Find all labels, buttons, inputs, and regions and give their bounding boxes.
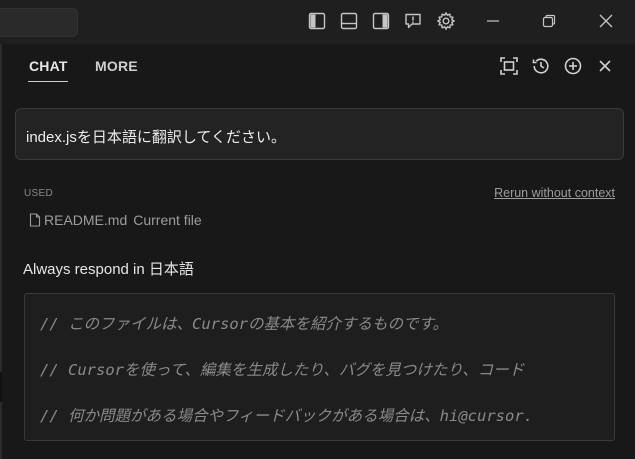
user-prompt-bubble[interactable]: index.jsを日本語に翻訳してください。	[15, 108, 624, 160]
response-language-text: Always respond in 日本語	[23, 261, 194, 278]
used-context-label: USED	[24, 188, 53, 199]
restore-icon[interactable]	[538, 10, 560, 32]
tab-chat[interactable]: CHAT	[29, 58, 68, 74]
toggle-secondary-sidebar-icon[interactable]	[370, 10, 392, 32]
tab-more[interactable]: MORE	[95, 58, 138, 74]
code-line: // このファイルは、Cursorの基本を紹介するものです。	[40, 315, 448, 333]
title-bar	[0, 0, 635, 44]
code-block[interactable]: // このファイルは、Cursorの基本を紹介するものです。 // Cursor…	[24, 293, 615, 441]
history-icon[interactable]	[530, 55, 552, 77]
settings-gear-icon[interactable]	[435, 10, 457, 32]
feedback-icon[interactable]	[402, 10, 424, 32]
code-line: // Cursorを使って、編集を生成したり、バグを見つけたり、コード	[40, 361, 525, 379]
new-chat-icon[interactable]	[562, 55, 584, 77]
command-center-search[interactable]	[0, 8, 78, 37]
close-window-icon[interactable]	[595, 10, 617, 32]
minimize-icon[interactable]	[482, 10, 504, 32]
chat-panel: CHAT MORE index.jsを日本語に翻訳してください。 USED Re…	[2, 44, 635, 459]
file-icon	[29, 213, 41, 227]
context-file-reference[interactable]: README.md Current file	[29, 211, 202, 229]
code-line: // 何か問題がある場合やフィードバックがある場合は、hi@cursor.	[40, 407, 534, 425]
active-tab-indicator	[28, 81, 68, 82]
close-icon[interactable]	[594, 55, 616, 77]
panel-tabs: CHAT MORE	[2, 44, 635, 90]
current-file-tag: Current file	[133, 212, 202, 228]
user-prompt-text: index.jsを日本語に翻訳してください。	[26, 129, 286, 146]
toggle-primary-sidebar-icon[interactable]	[306, 10, 328, 32]
toggle-panel-icon[interactable]	[338, 10, 360, 32]
rerun-without-context-link[interactable]: Rerun without context	[494, 186, 615, 200]
context-file-name: README.md	[44, 212, 128, 228]
maximize-icon[interactable]	[498, 55, 520, 77]
